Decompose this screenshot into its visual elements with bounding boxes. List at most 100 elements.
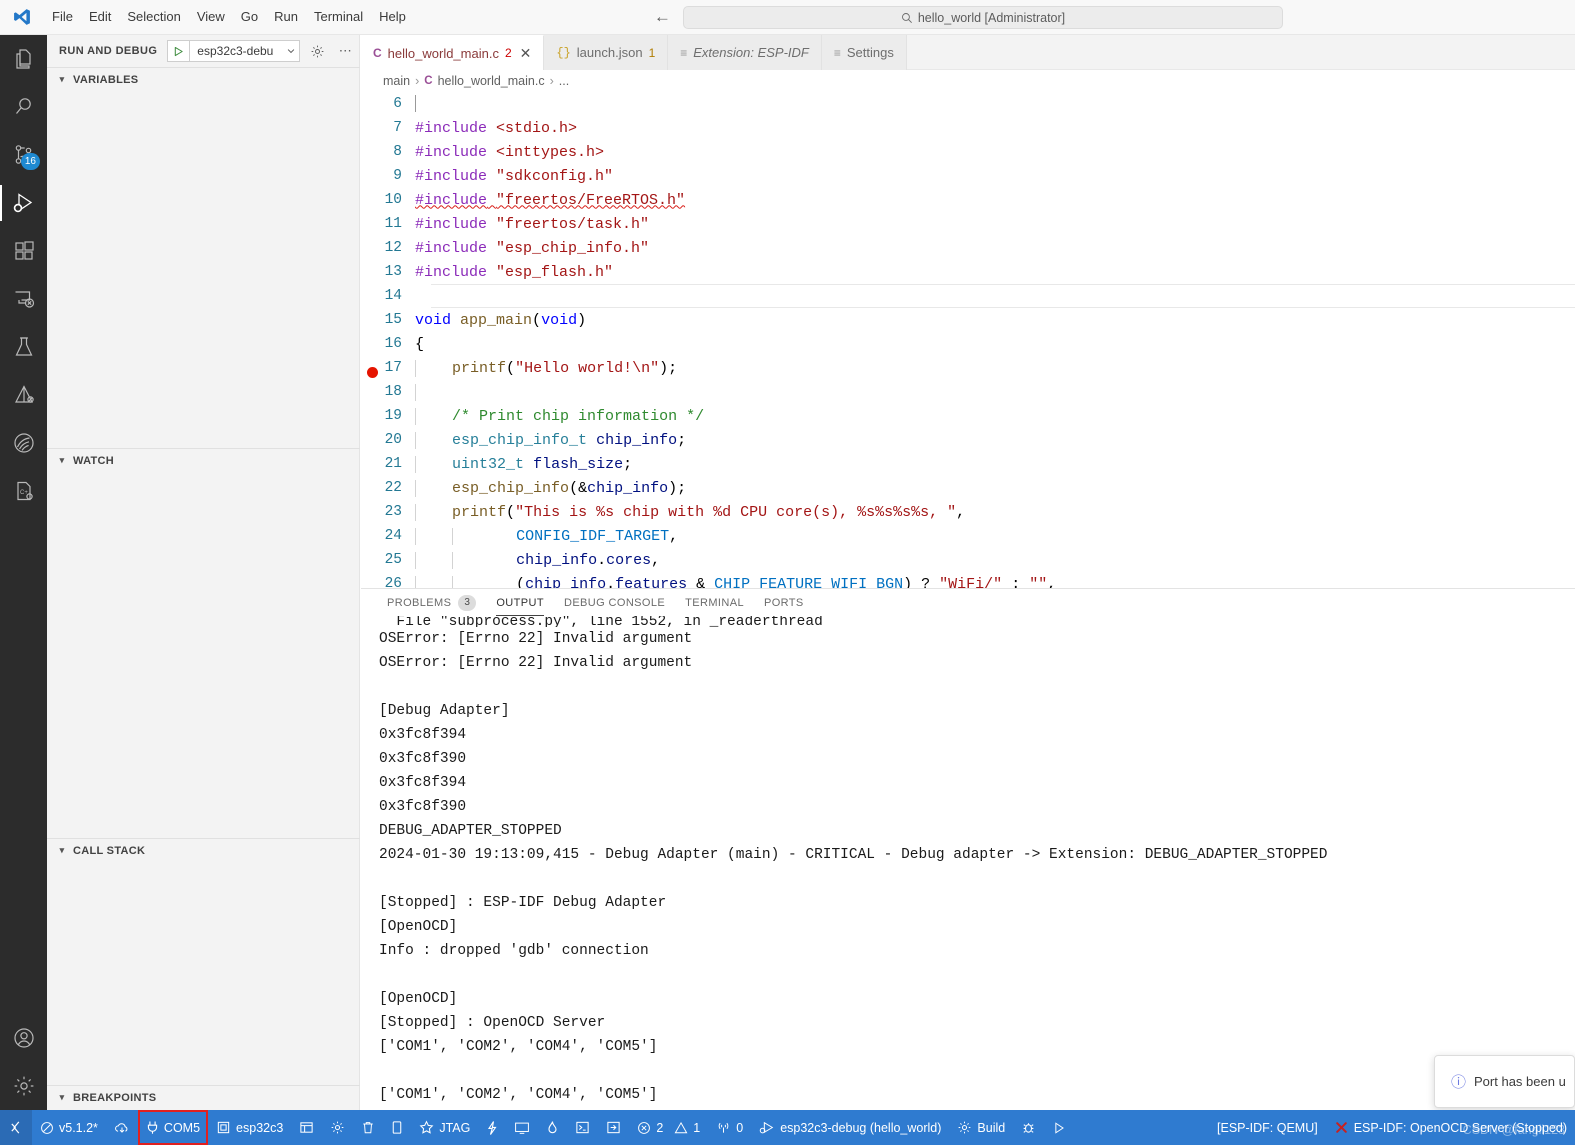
chevron-down-icon: ▾: [59, 455, 65, 465]
line-number: 8: [393, 144, 402, 160]
status-idf-download[interactable]: [106, 1110, 138, 1145]
status-target-device[interactable]: esp32c3: [208, 1110, 291, 1145]
output-line: ['COM1', 'COM2', 'COM4', 'COM5']: [379, 1087, 658, 1103]
menu-terminal[interactable]: Terminal: [306, 4, 371, 30]
activitybar-remote-explorer[interactable]: [0, 275, 47, 323]
code-content: [415, 383, 425, 401]
line-number: 19: [384, 408, 402, 424]
tab-extension-esp-idf[interactable]: ≡ Extension: ESP-IDF: [668, 35, 822, 70]
code-editor[interactable]: 6 7 #include <stdio.h> 8 #include <intty…: [361, 92, 1575, 588]
code-content: #include <inttypes.h>: [415, 143, 605, 161]
status-warning-count: 1: [693, 1120, 701, 1135]
code-line: 12 #include "esp_chip_info.h": [361, 236, 1575, 260]
tab-launch-json[interactable]: {} launch.json 1: [544, 35, 669, 70]
tab-settings[interactable]: ≡ Settings: [821, 35, 907, 70]
code-content: esp_chip_info_t chip_info;: [415, 431, 686, 449]
activitybar-explorer[interactable]: [0, 35, 47, 83]
bottom-panel: PROBLEMS 3 OUTPUT DEBUG CONSOLE TERMINAL…: [361, 588, 1575, 1110]
chevron-down-icon[interactable]: [283, 46, 299, 56]
output-line: 2024-01-30 19:13:09,415 - Debug Adapter …: [379, 847, 1328, 863]
status-sdk-config[interactable]: [291, 1110, 322, 1145]
panel-tab-debug-console[interactable]: DEBUG CONSOLE: [554, 589, 675, 616]
start-debugging-play-icon[interactable]: [168, 41, 191, 61]
command-center-search[interactable]: hello_world [Administrator]: [683, 6, 1283, 29]
section-header-call-stack[interactable]: ▾ CALL STACK: [47, 839, 360, 862]
panel-tab-ports[interactable]: PORTS: [754, 589, 814, 616]
panel-tab-terminal[interactable]: TERMINAL: [675, 589, 754, 616]
activitybar-extensions[interactable]: [0, 227, 47, 275]
flash-device-icon: [391, 1120, 403, 1135]
status-flash-method[interactable]: JTAG: [411, 1110, 478, 1145]
code-line: 24 CONFIG_IDF_TARGET,: [361, 524, 1575, 548]
extensions-icon: [12, 239, 36, 263]
tab-label: launch.json: [576, 45, 643, 60]
status-open-terminal[interactable]: [567, 1110, 598, 1145]
status-openocd-server[interactable]: ESP-IDF: OpenOCD Server (Stopped): [1326, 1110, 1575, 1145]
status-open-editor[interactable]: [598, 1110, 629, 1145]
menu-edit[interactable]: Edit: [81, 4, 119, 30]
menu-selection[interactable]: Selection: [119, 4, 188, 30]
call-stack-section: ▾ CALL STACK: [47, 838, 360, 1085]
activitybar-esp-idf-tools[interactable]: [0, 371, 47, 419]
status-full-clean[interactable]: [353, 1110, 383, 1145]
output-line: 0x3fc8f390: [379, 751, 467, 767]
line-number: 21: [384, 456, 402, 472]
status-flash-method-label: JTAG: [439, 1120, 471, 1135]
menu-help[interactable]: Help: [371, 4, 414, 30]
output-console[interactable]: File "subprocess.py", line 1552, in _rea…: [361, 616, 1575, 1110]
chevron-down-icon: ▾: [59, 845, 65, 855]
activitybar-accounts[interactable]: [0, 1014, 47, 1062]
menu-run[interactable]: Run: [266, 4, 306, 30]
activitybar-search[interactable]: [0, 83, 47, 131]
status-flash-bolt[interactable]: [478, 1110, 506, 1145]
status-debug-launch-config[interactable]: esp32c3-debug (hello_world): [751, 1110, 949, 1145]
status-start-debug[interactable]: [1013, 1110, 1044, 1145]
code-line: 26 (chip_info.features & CHIP_FEATURE_WI…: [361, 572, 1575, 588]
remote-window-icon[interactable]: [0, 1110, 32, 1145]
error-x-icon: [1334, 1120, 1349, 1135]
activitybar-cpp-config[interactable]: C+: [0, 467, 47, 515]
status-build-flash-monitor[interactable]: [538, 1110, 567, 1145]
line-number: 20: [384, 432, 402, 448]
menu-go[interactable]: Go: [233, 4, 266, 30]
arrow-left-icon[interactable]: ←: [654, 7, 671, 27]
debug-configuration-dropdown[interactable]: esp32c3-debu: [167, 40, 301, 62]
tab-hello-world-main-c[interactable]: C hello_world_main.c 2 ✕: [361, 35, 545, 70]
section-header-variables[interactable]: ▾ VARIABLES: [47, 68, 360, 91]
section-header-watch[interactable]: ▾ WATCH: [47, 449, 360, 472]
notification-toast[interactable]: ⓘ Port has been u: [1434, 1055, 1575, 1108]
menu-view[interactable]: View: [189, 4, 233, 30]
status-monitor-device[interactable]: [506, 1110, 538, 1145]
section-header-breakpoints[interactable]: ▾ BREAKPOINTS: [47, 1086, 360, 1109]
tab-warning-count: 1: [648, 45, 656, 60]
breadcrumb-symbol[interactable]: ...: [559, 74, 569, 88]
activitybar-testing[interactable]: [0, 323, 47, 371]
status-build-settings[interactable]: [322, 1110, 353, 1145]
activitybar-esp-idf[interactable]: [0, 419, 47, 467]
activitybar-manage[interactable]: [0, 1062, 47, 1110]
status-build-task[interactable]: Build: [949, 1110, 1013, 1145]
activitybar-source-control[interactable]: 16: [0, 131, 47, 179]
close-icon[interactable]: ✕: [520, 45, 532, 62]
status-idf-version[interactable]: v5.1.2*: [32, 1110, 106, 1145]
status-qemu[interactable]: [ESP-IDF: QEMU]: [1209, 1110, 1326, 1145]
breadcrumb-file[interactable]: hello_world_main.c: [438, 74, 545, 88]
lines-icon: ≡: [680, 45, 688, 60]
status-run-without-debugging[interactable]: [1044, 1110, 1074, 1145]
status-flash-device[interactable]: [383, 1110, 411, 1145]
activitybar-run-and-debug[interactable]: [0, 179, 47, 227]
watch-title: WATCH: [73, 454, 115, 467]
status-problems[interactable]: 2 1: [629, 1110, 708, 1145]
breadcrumb-main[interactable]: main: [383, 74, 410, 88]
activity-bar: 16 C+: [0, 35, 47, 1110]
line-number: 24: [384, 528, 402, 544]
status-serial-port[interactable]: COM5: [137, 1110, 209, 1145]
line-number: 12: [384, 240, 402, 256]
panel-tab-problems[interactable]: PROBLEMS 3: [377, 589, 486, 616]
panel-tab-output[interactable]: OUTPUT: [486, 589, 554, 616]
menu-file[interactable]: File: [44, 4, 81, 30]
more-actions-icon[interactable]: ⋯: [334, 40, 356, 62]
breakpoint-glyph-icon[interactable]: [367, 367, 378, 378]
open-launch-json-gear-icon[interactable]: [306, 40, 328, 62]
status-broadcast[interactable]: 0: [708, 1110, 751, 1145]
